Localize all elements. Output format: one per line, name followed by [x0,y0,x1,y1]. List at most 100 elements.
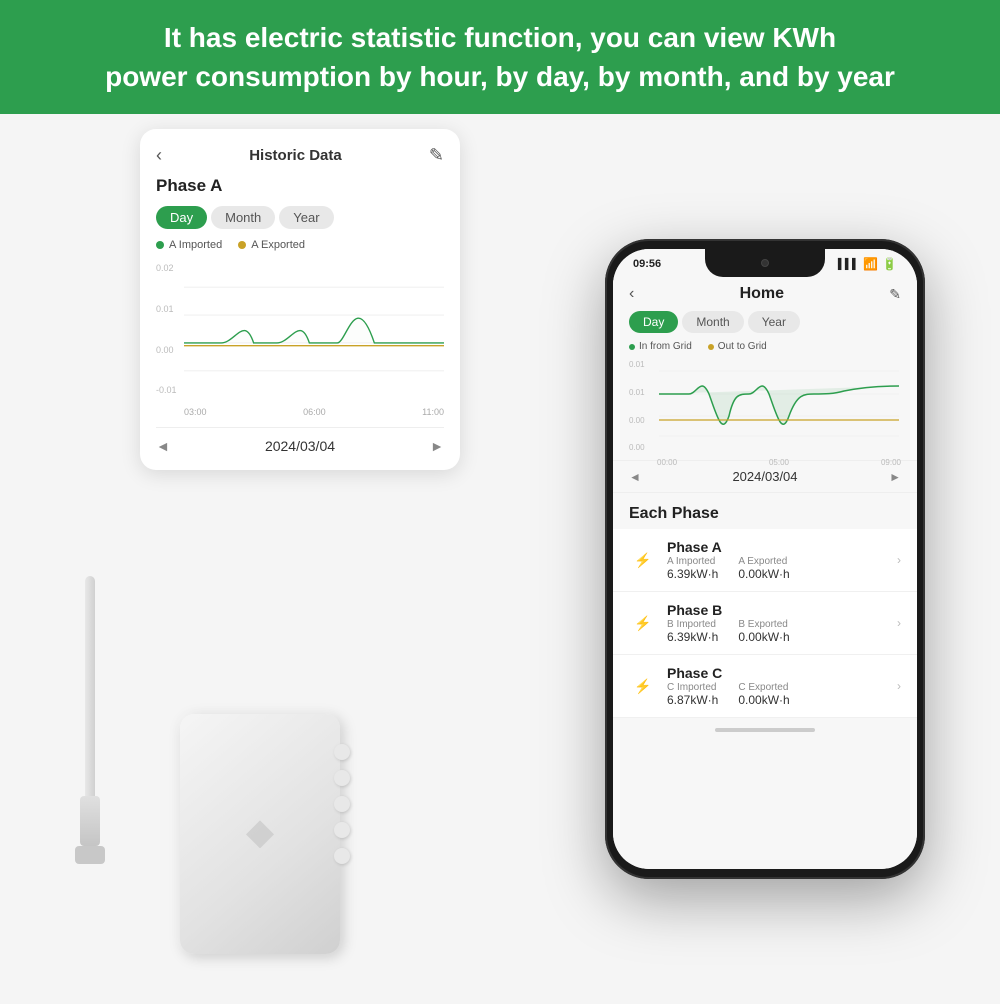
app-legend-in-from-grid: In from Grid [629,341,692,352]
date-next[interactable]: ► [430,438,444,454]
chart-area: 0.02 0.01 0.00 -0.01 [156,259,444,399]
phase-a-imported-group: A Imported 6.39kW·h [667,556,718,581]
phase-c-icon: ⚡ [629,672,657,700]
legend-row: A Imported A Exported [156,239,444,251]
phase-a-exported-label: A Exported [738,556,789,567]
date-display: 2024/03/04 [265,438,335,454]
y-label-1: 0.02 [156,263,177,273]
chart-y-labels: 0.02 0.01 0.00 -0.01 [156,259,177,399]
phase-row-b[interactable]: ⚡ Phase B B Imported 6.39kW·h B Exp [613,592,917,655]
phone-camera [761,259,769,267]
legend-dot-gold [238,241,246,249]
tab-month[interactable]: Month [211,206,275,229]
app-chart: 0.01 0.01 0.00 0.00 [613,356,917,456]
phase-b-chevron: › [897,616,901,630]
app-edit-button[interactable]: ✎ [889,286,901,303]
chart-x-labels: 03:00 06:00 11:00 [184,407,444,417]
phase-c-exported-value: 0.00kW·h [738,693,789,707]
app-tab-month[interactable]: Month [682,311,743,333]
phase-a-info: Phase A A Imported 6.39kW·h A Exported 0… [667,539,897,581]
right-side: 09:56 ▌▌▌ 📶 🔋 ‹ Home ✎ [550,114,1000,1004]
legend-dot-green [156,241,164,249]
phase-b-imported-group: B Imported 6.39kW·h [667,619,718,644]
historic-card: ‹ Historic Data ✎ Phase A Day Month Year… [140,129,460,470]
legend-exported-label: A Exported [251,239,305,251]
phase-b-values: B Imported 6.39kW·h B Exported 0.00kW·h [667,619,897,644]
phase-b-info: Phase B B Imported 6.39kW·h B Exported 0… [667,602,897,644]
phase-row-a[interactable]: ⚡ Phase A A Imported 6.39kW·h A Exp [613,529,917,592]
legend-in-label: In from Grid [639,341,692,352]
phase-b-exported-group: B Exported 0.00kW·h [738,619,789,644]
phase-c-imported-value: 6.87kW·h [667,693,718,707]
edit-button[interactable]: ✎ [429,145,444,166]
phase-b-imported-value: 6.39kW·h [667,630,718,644]
date-prev[interactable]: ◄ [156,438,170,454]
y-label-3: 0.00 [156,345,177,355]
phase-a-label: Phase A [156,176,444,196]
phone-frame: 09:56 ▌▌▌ 📶 🔋 ‹ Home ✎ [605,239,925,879]
app-tab-day[interactable]: Day [629,311,678,333]
device-btn-5[interactable] [334,848,350,864]
signal-icon: ▌▌▌ [838,259,859,270]
chart-container: 0.01 0.01 0.00 0.00 [629,356,901,456]
phase-c-imported-label: C Imported [667,682,718,693]
app-tab-year[interactable]: Year [748,311,800,333]
home-indicator-area [613,718,917,742]
back-button[interactable]: ‹ [156,145,162,166]
header-banner: It has electric statistic function, you … [0,0,1000,114]
phase-row-c[interactable]: ⚡ Phase C C Imported 6.87kW·h C Exp [613,655,917,718]
app-x1: 00:00 [657,458,677,467]
left-side: ‹ Historic Data ✎ Phase A Day Month Year… [0,114,550,1004]
phase-c-values: C Imported 6.87kW·h C Exported 0.00kW·h [667,682,897,707]
x-label-1: 03:00 [184,407,207,417]
header-text: It has electric statistic function, you … [30,18,970,96]
tab-year[interactable]: Year [279,206,333,229]
card-header: ‹ Historic Data ✎ [156,145,444,166]
legend-exported: A Exported [238,239,305,251]
each-phase-title: Each Phase [613,497,917,529]
tab-day[interactable]: Day [156,206,207,229]
phone-wrapper: 09:56 ▌▌▌ 📶 🔋 ‹ Home ✎ [605,239,925,879]
device-btn-4[interactable] [334,822,350,838]
app-back-button[interactable]: ‹ [629,285,634,303]
phase-a-values: A Imported 6.39kW·h A Exported 0.00kW·h [667,556,897,581]
device-btn-2[interactable] [334,770,350,786]
phase-b-exported-value: 0.00kW·h [738,630,789,644]
phone-screen: 09:56 ▌▌▌ 📶 🔋 ‹ Home ✎ [613,249,917,869]
legend-dot-out [708,344,714,350]
phase-c-imported-group: C Imported 6.87kW·h [667,682,718,707]
phase-b-icon: ⚡ [629,609,657,637]
phase-c-name: Phase C [667,665,897,681]
phase-a-imported-label: A Imported [667,556,718,567]
device-buttons [334,744,350,864]
app-y-labels: 0.01 0.01 0.00 0.00 [629,356,657,456]
legend-dot-in [629,344,635,350]
device-area [20,484,400,984]
device-btn-3[interactable] [334,796,350,812]
app-legend-out-to-grid: Out to Grid [708,341,767,352]
date-nav: ◄ 2024/03/04 ► [156,427,444,454]
legend-imported: A Imported [156,239,222,251]
status-icons: ▌▌▌ 📶 🔋 [838,257,897,271]
phase-c-exported-label: C Exported [738,682,789,693]
phase-c-exported-group: C Exported 0.00kW·h [738,682,789,707]
device-btn-1[interactable] [334,744,350,760]
phase-a-icon: ⚡ [629,546,657,574]
app-date-prev[interactable]: ◄ [629,470,641,484]
device-box [180,714,340,954]
phone-time: 09:56 [633,258,661,270]
app-header: ‹ Home ✎ [613,279,917,311]
phase-b-exported-label: B Exported [738,619,789,630]
tab-row: Day Month Year [156,206,444,229]
main-content: ‹ Historic Data ✎ Phase A Day Month Year… [0,114,1000,1004]
phase-a-exported-group: A Exported 0.00kW·h [738,556,789,581]
app-date-next[interactable]: ► [889,470,901,484]
app-title: Home [740,285,784,303]
legend-imported-label: A Imported [169,239,222,251]
phase-b-imported-label: B Imported [667,619,718,630]
phase-a-imported-value: 6.39kW·h [667,567,718,581]
x-label-2: 06:00 [303,407,326,417]
device-logo [246,820,274,848]
antenna [75,576,105,864]
app-y1: 0.01 [629,360,653,369]
